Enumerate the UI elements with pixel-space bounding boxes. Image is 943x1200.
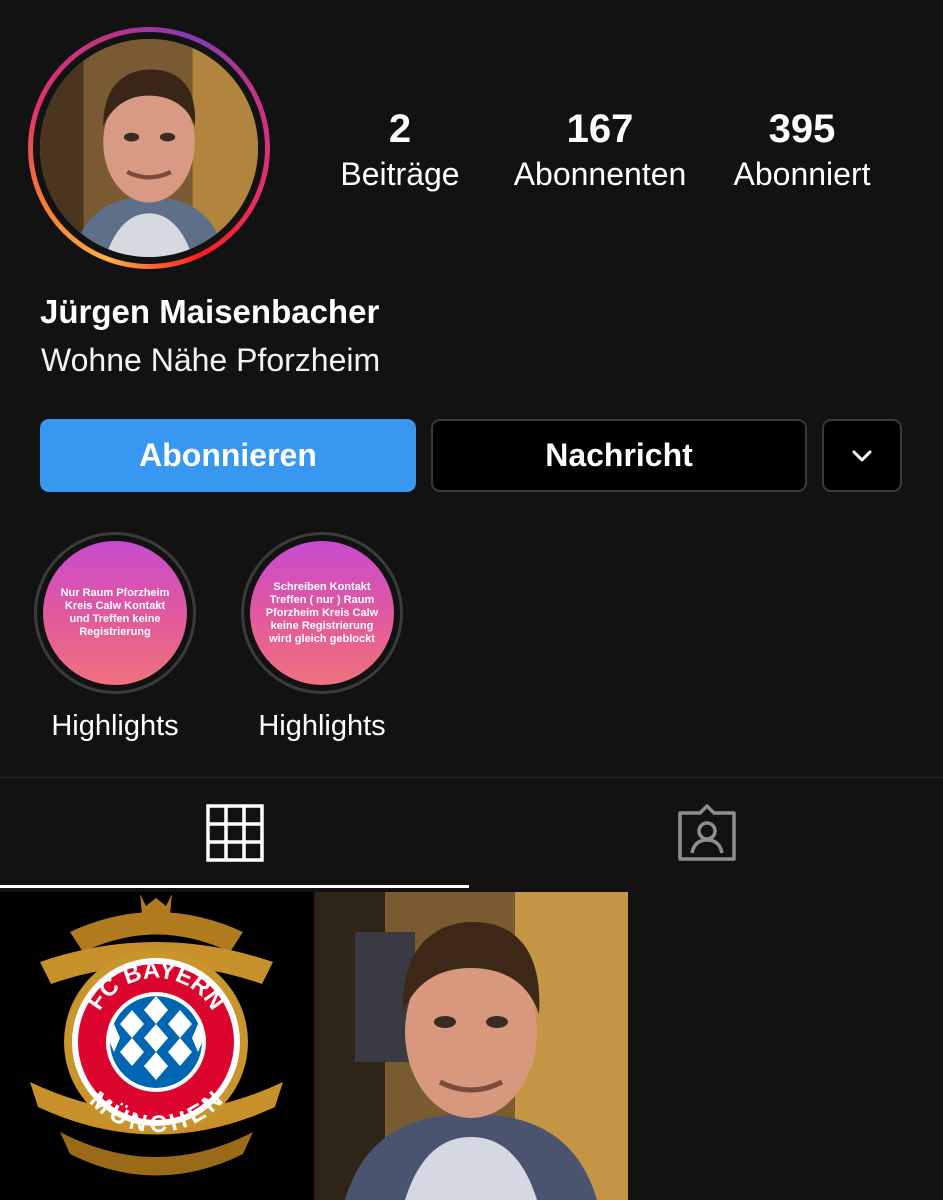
posts-count: 2 bbox=[388, 107, 412, 151]
profile-page: 2 Beiträge 167 Abonnenten 395 Abonniert … bbox=[0, 0, 943, 1200]
tab-tagged[interactable] bbox=[470, 778, 943, 888]
suggested-accounts-button[interactable] bbox=[822, 419, 902, 492]
portrait-photo-icon bbox=[315, 892, 628, 1200]
highlight-item[interactable]: Schreiben Kontakt Treffen ( nur ) Raum P… bbox=[240, 532, 404, 743]
highlight-cover-text: Schreiben Kontakt Treffen ( nur ) Raum P… bbox=[265, 580, 379, 645]
profile-name: Jürgen Maisenbacher bbox=[40, 293, 380, 330]
posts-label: Beiträge bbox=[340, 156, 460, 192]
story-ring[interactable] bbox=[28, 27, 270, 269]
active-tab-indicator bbox=[0, 885, 469, 888]
highlight-ring: Schreiben Kontakt Treffen ( nur ) Raum P… bbox=[241, 532, 403, 694]
tab-posts-grid[interactable] bbox=[0, 778, 470, 888]
highlight-label: Highlights bbox=[258, 710, 386, 742]
highlight-item[interactable]: Nur Raum Pforzheim Kreis Calw Kontakt un… bbox=[33, 532, 197, 743]
fc-bayern-logo-icon: FC BAYERN MÜNCHEN bbox=[0, 892, 313, 1200]
following-label: Abonniert bbox=[733, 156, 871, 192]
stat-posts[interactable]: 2 Beiträge bbox=[320, 106, 480, 194]
highlight-label: Highlights bbox=[51, 710, 179, 742]
avatar[interactable] bbox=[40, 39, 258, 257]
highlight-cover: Nur Raum Pforzheim Kreis Calw Kontakt un… bbox=[43, 541, 187, 685]
chevron-down-icon bbox=[852, 450, 872, 461]
follow-button[interactable]: Abonnieren bbox=[40, 419, 416, 492]
highlight-ring: Nur Raum Pforzheim Kreis Calw Kontakt un… bbox=[34, 532, 196, 694]
followers-label: Abonnenten bbox=[513, 156, 687, 192]
post-thumbnail[interactable]: FC BAYERN MÜNCHEN bbox=[0, 892, 313, 1200]
followers-count: 167 bbox=[566, 107, 634, 151]
stat-followers[interactable]: 167 Abonnenten bbox=[505, 106, 695, 194]
tagged-person-icon bbox=[677, 804, 736, 861]
post-thumbnail[interactable] bbox=[315, 892, 628, 1200]
highlight-cover-text: Nur Raum Pforzheim Kreis Calw Kontakt un… bbox=[60, 587, 170, 638]
profile-bio: Wohne Nähe Pforzheim bbox=[41, 342, 381, 378]
following-count: 395 bbox=[768, 107, 836, 151]
message-button[interactable]: Nachricht bbox=[431, 419, 807, 492]
avatar-photo-icon bbox=[40, 39, 258, 257]
grid-icon bbox=[206, 804, 264, 862]
highlight-cover: Schreiben Kontakt Treffen ( nur ) Raum P… bbox=[250, 541, 394, 685]
stat-following[interactable]: 395 Abonniert bbox=[712, 106, 892, 194]
